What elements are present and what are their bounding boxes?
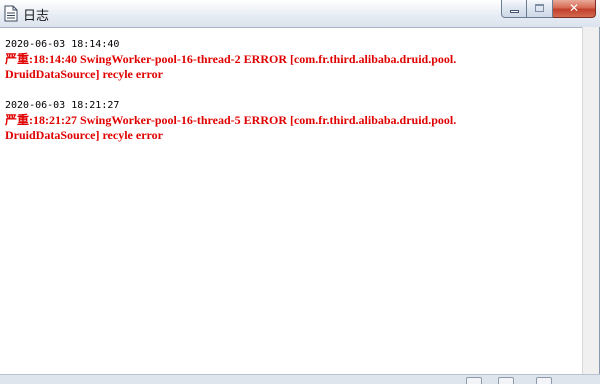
log-error-message: 严重:18:21:27 SwingWorker-pool-16-thread-5… xyxy=(5,113,580,143)
maximize-button[interactable] xyxy=(527,0,553,18)
minimize-icon xyxy=(510,10,519,13)
window-controls: ✕ xyxy=(501,0,596,18)
log-text-area[interactable]: 2020-06-03 18:14:40 严重:18:14:40 SwingWor… xyxy=(0,27,582,374)
log-message-line: DruidDataSource] recyle error xyxy=(5,128,163,142)
log-window: 日志 ✕ 2020-06-03 18:14:40 严重:18:14:40 Swi… xyxy=(0,0,600,384)
log-message-line: 严重:18:21:27 SwingWorker-pool-16-thread-5… xyxy=(5,113,457,127)
maximize-icon xyxy=(535,4,544,12)
log-timestamp: 2020-06-03 18:14:40 xyxy=(5,39,120,50)
close-button[interactable]: ✕ xyxy=(553,0,596,18)
status-bar xyxy=(0,374,600,384)
log-message-line: 严重:18:14:40 SwingWorker-pool-16-thread-2… xyxy=(5,52,457,66)
status-button[interactable] xyxy=(536,377,552,384)
title-bar[interactable]: 日志 ✕ xyxy=(0,0,600,27)
window-title: 日志 xyxy=(23,9,50,24)
log-entry: 2020-06-03 18:14:40 严重:18:14:40 SwingWor… xyxy=(5,37,580,82)
log-entry: 2020-06-03 18:21:27 严重:18:21:27 SwingWor… xyxy=(5,98,580,143)
log-timestamp: 2020-06-03 18:21:27 xyxy=(5,100,120,111)
status-button[interactable] xyxy=(498,377,514,384)
log-list: 2020-06-03 18:14:40 严重:18:14:40 SwingWor… xyxy=(5,37,580,159)
minimize-button[interactable] xyxy=(501,0,527,18)
document-icon xyxy=(4,5,18,22)
close-icon: ✕ xyxy=(568,1,580,15)
vertical-scrollbar[interactable] xyxy=(582,27,599,374)
log-error-message: 严重:18:14:40 SwingWorker-pool-16-thread-2… xyxy=(5,52,580,82)
log-message-line: DruidDataSource] recyle error xyxy=(5,67,163,81)
status-button[interactable] xyxy=(466,377,482,384)
